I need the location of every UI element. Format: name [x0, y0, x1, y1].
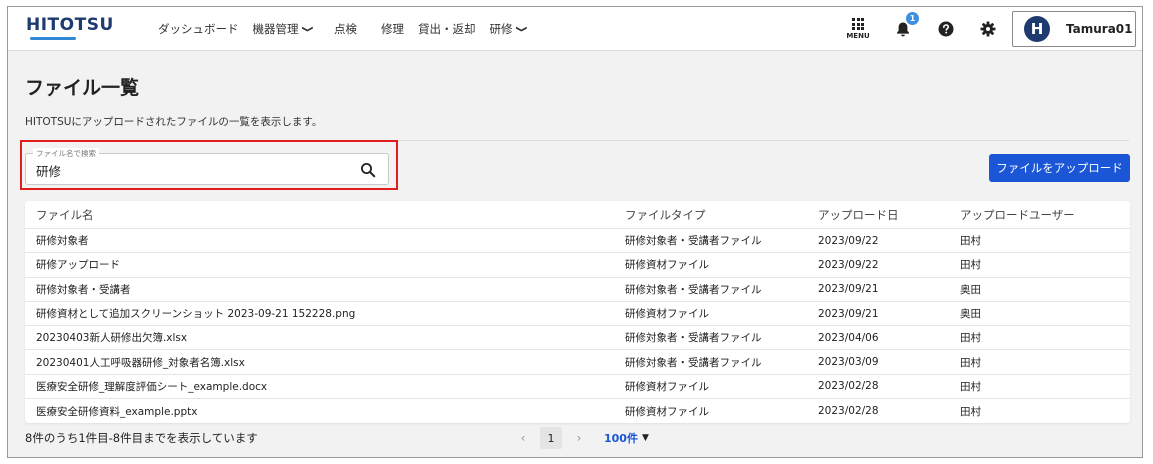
table-cell: 研修対象者・受講者ファイル	[625, 332, 762, 345]
nav-item[interactable]: 点検	[334, 21, 357, 37]
grid-icon	[852, 18, 864, 30]
table-cell: 研修資材ファイル	[625, 380, 709, 393]
table-cell: 奥田	[960, 283, 981, 296]
upload-file-button[interactable]: ファイルをアップロード	[989, 154, 1130, 182]
table-cell: 研修対象者・受講者ファイル	[625, 283, 762, 296]
result-count: 8件のうち1件目-8件目までを表示しています	[25, 431, 258, 445]
user-menu[interactable]: H Tamura01	[1012, 11, 1136, 47]
table-body: 研修対象者 研修対象者・受講者ファイル 2023/09/22 田村 研修アップロード 研修…	[25, 229, 1130, 423]
table-cell: 研修対象者・受講者ファイル	[625, 235, 762, 248]
table-cell: 田村	[960, 235, 981, 248]
prev-page-icon[interactable]: ‹	[512, 431, 534, 445]
logo[interactable]: HITOTSU	[26, 15, 126, 45]
table-cell: 2023/09/22	[818, 258, 879, 271]
settings-button[interactable]	[976, 17, 1000, 41]
table-cell: 田村	[960, 332, 981, 345]
nav-item-label: 研修	[489, 22, 513, 36]
nav-item-label: 点検	[334, 22, 358, 36]
chevron-down-icon: ❯	[300, 25, 313, 33]
divider	[25, 140, 1129, 141]
nav-item-label: 機器管理	[252, 22, 299, 36]
table-cell: 医療安全研修資料_example.pptx	[36, 405, 198, 418]
nav-item[interactable]: 機器管理 ❯	[252, 21, 313, 37]
help-icon	[938, 21, 954, 37]
app-window: HITOTSU ダッシュボード 機器管理 ❯ 点検 修理 貸出・返却 研修 ❯ MENU 1	[7, 6, 1143, 458]
avatar: H	[1024, 16, 1050, 42]
table-row[interactable]: 医療安全研修_理解度評価シート_example.docx 研修資材ファイル 2023…	[25, 375, 1130, 400]
table-cell: 研修対象者・受講者ファイル	[625, 356, 762, 369]
gear-icon	[980, 21, 996, 37]
table-header: ファイル名 ファイルタイプ アップロード日 アップロードユーザー	[25, 201, 1130, 229]
caret-down-icon: ▼	[641, 433, 649, 443]
column-header: アップロード日	[818, 207, 899, 222]
page-number[interactable]: 1	[540, 427, 562, 449]
nav-item-label: ダッシュボード	[158, 22, 239, 36]
notification-badge: 1	[906, 12, 919, 25]
page-title: ファイル一覧	[25, 77, 140, 99]
table-row[interactable]: 研修資材として追加スクリーンショット 2023-09-21 152228.png…	[25, 302, 1130, 327]
nav-item-label: 貸出・返却	[418, 22, 476, 36]
logo-underline	[30, 37, 76, 40]
table-cell: 研修資材として追加スクリーンショット 2023-09-21 152228.png	[36, 308, 356, 321]
search-input[interactable]	[36, 160, 346, 180]
top-header: HITOTSU ダッシュボード 機器管理 ❯ 点検 修理 貸出・返却 研修 ❯ MENU 1	[8, 7, 1142, 51]
table-cell: 2023/09/21	[818, 283, 879, 296]
table-cell: 2023/02/28	[818, 380, 879, 393]
page-size-label: 100件	[604, 432, 638, 445]
table-cell: 2023/03/09	[818, 356, 879, 369]
menu-label: MENU	[846, 32, 870, 40]
table-cell: 研修アップロード	[36, 259, 120, 272]
search-field: ファイル名で検索	[25, 148, 389, 185]
column-header: アップロードユーザー	[960, 207, 1075, 222]
table-cell: 2023/02/28	[818, 405, 879, 418]
table-cell: 田村	[960, 380, 981, 393]
table-cell: 20230403新人研修出欠簿.xlsx	[36, 332, 188, 345]
column-header: ファイル名	[36, 207, 94, 222]
table-cell: 20230401人工呼吸器研修_対象者名簿.xlsx	[36, 356, 245, 369]
table-row[interactable]: 研修対象者・受講者 研修対象者・受講者ファイル 2023/09/21 奥田	[25, 278, 1130, 302]
table-cell: 研修対象者	[36, 235, 89, 248]
nav-item[interactable]: 修理	[381, 21, 404, 37]
search-label: ファイル名で検索	[33, 148, 99, 159]
table-row[interactable]: 医療安全研修資料_example.pptx 研修資材ファイル 2023/02/28 田…	[25, 399, 1130, 423]
next-page-icon[interactable]: ›	[568, 431, 590, 445]
page-description: HITOTSUにアップロードされたファイルの一覧を表示します。	[25, 116, 323, 128]
table-cell: 奥田	[960, 308, 981, 321]
file-table: ファイル名 ファイルタイプ アップロード日 アップロードユーザー 研修対象者 研修対象者…	[25, 201, 1130, 423]
header-actions: MENU 1 H Tamura01	[838, 10, 1136, 48]
logo-text: HITOTSU	[26, 15, 114, 35]
table-row[interactable]: 研修アップロード 研修資材ファイル 2023/09/22 田村	[25, 253, 1130, 278]
nav-item[interactable]: 研修 ❯	[489, 21, 527, 37]
table-cell: 研修資材ファイル	[625, 405, 709, 418]
table-cell: 研修資材ファイル	[625, 259, 709, 272]
table-cell: 田村	[960, 405, 981, 418]
table-cell: 医療安全研修_理解度評価シート_example.docx	[36, 380, 268, 393]
column-header: ファイルタイプ	[625, 207, 706, 222]
search-icon[interactable]	[360, 162, 376, 178]
table-cell: 研修資材ファイル	[625, 308, 709, 321]
help-button[interactable]	[934, 17, 958, 41]
main-nav: ダッシュボード 機器管理 ❯ 点検 修理 貸出・返却 研修 ❯	[158, 7, 538, 51]
notification-button[interactable]: 1	[890, 12, 919, 42]
nav-item-label: 修理	[381, 22, 405, 36]
menu-button[interactable]: MENU	[838, 18, 878, 40]
pagination: ‹ 1 › 100件 ▼	[512, 426, 649, 450]
table-cell: 研修対象者・受講者	[36, 283, 131, 296]
nav-item[interactable]: 貸出・返却	[418, 21, 476, 37]
chevron-down-icon: ❯	[514, 25, 527, 33]
table-cell: 田村	[960, 356, 981, 369]
table-row[interactable]: 研修対象者 研修対象者・受講者ファイル 2023/09/22 田村	[25, 229, 1130, 254]
table-row[interactable]: 20230401人工呼吸器研修_対象者名簿.xlsx 研修対象者・受講者ファイル 2…	[25, 350, 1130, 375]
table-cell: 2023/09/21	[818, 307, 879, 320]
nav-item[interactable]: ダッシュボード	[158, 21, 239, 37]
table-cell: 2023/09/22	[818, 234, 879, 247]
user-name: Tamura01	[1066, 22, 1133, 36]
table-cell: 田村	[960, 259, 981, 272]
page-size-select[interactable]: 100件 ▼	[604, 430, 649, 446]
table-cell: 2023/04/06	[818, 331, 879, 344]
table-row[interactable]: 20230403新人研修出欠簿.xlsx 研修対象者・受講者ファイル 2023/04…	[25, 326, 1130, 351]
